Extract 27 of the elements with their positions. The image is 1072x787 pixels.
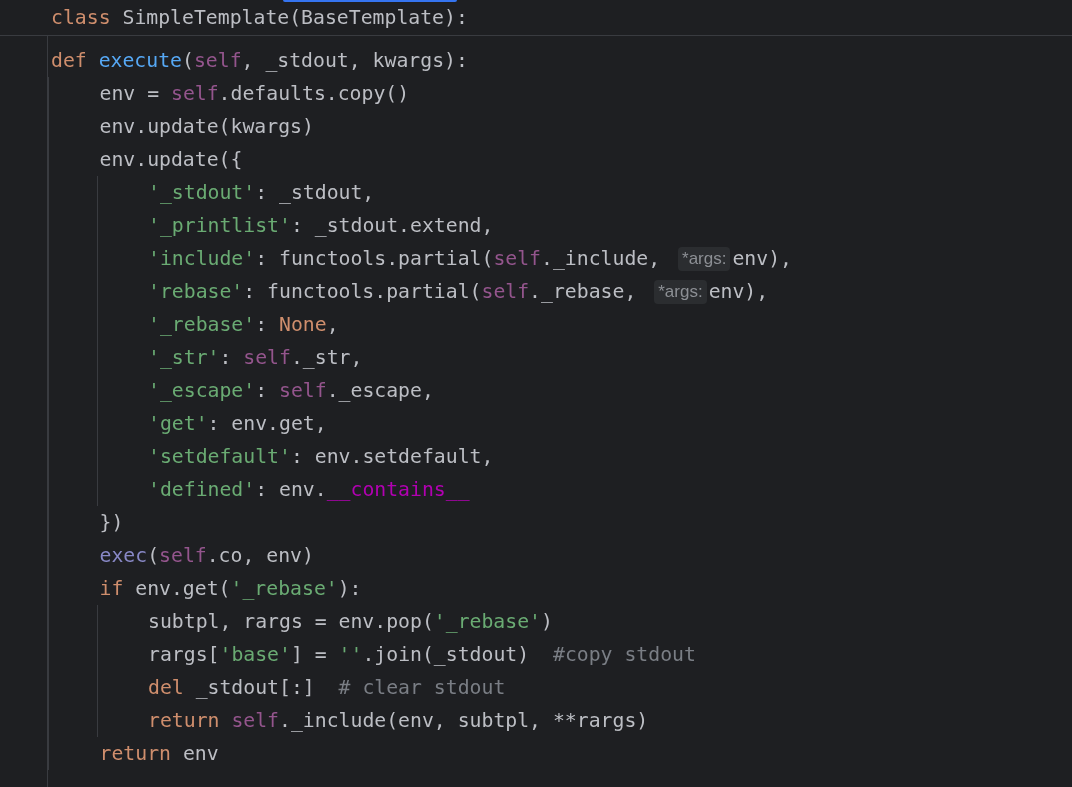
code-text: }) [99, 511, 124, 534]
parameter-hint: *args: [654, 279, 707, 304]
code-text: subtpl, rargs = env.pop('_rebase') [148, 610, 553, 633]
code-text: rargs['base'] = ''.join(_stdout) #copy stdout [148, 643, 696, 666]
code-text: exec(self.co, env) [99, 544, 314, 567]
code-text: env), [732, 247, 792, 270]
code-text: return self._include(env, subtpl, **rargs) [148, 709, 649, 732]
code-text: '_rebase': None, [148, 313, 339, 336]
code-text: 'include': functools.partial(self._include, [148, 247, 662, 270]
code-text: '_printlist': _stdout.extend, [148, 214, 494, 237]
code-text: class SimpleTemplate(BaseTemplate): [51, 6, 468, 29]
code-text: '_stdout': _stdout, [148, 181, 375, 204]
code-text: 'setdefault': env.setdefault, [148, 445, 494, 468]
code-text: '_str': self._str, [148, 346, 363, 369]
code-text: env), [708, 280, 769, 303]
code-text: 'defined': env.__contains__ [148, 478, 470, 501]
code-text: env = self.defaults.copy() [99, 82, 410, 105]
code-text: env.update({ [99, 148, 243, 171]
code-text: 'rebase': functools.partial(self._rebase, [148, 280, 638, 303]
code-text: return env [99, 742, 219, 765]
parameter-hint: *args: [678, 246, 731, 271]
code-text: def execute(self, _stdout, kwargs): [51, 49, 468, 72]
code-text: '_escape': self._escape, [148, 379, 434, 402]
code-text: 'get': env.get, [148, 412, 327, 435]
code-text: env.update(kwargs) [99, 115, 314, 138]
code-text: if env.get('_rebase'): [99, 577, 362, 600]
code-text: del _stdout[:] # clear stdout [148, 676, 506, 699]
